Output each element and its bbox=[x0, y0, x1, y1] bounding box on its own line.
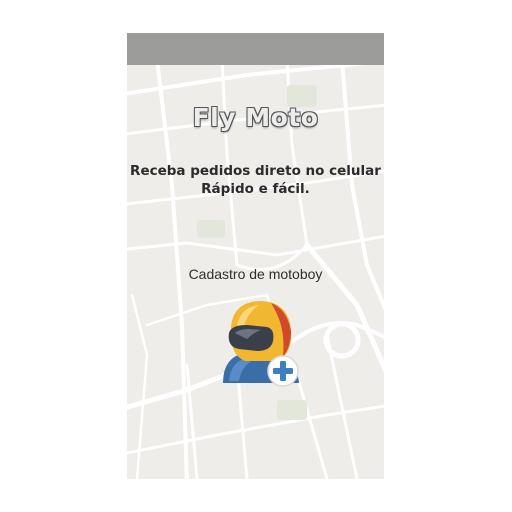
register-motoboy-button[interactable] bbox=[217, 295, 303, 391]
app-screen: Fly Moto Receba pedidos direto no celula… bbox=[127, 33, 384, 479]
tagline-line-1: Receba pedidos direto no celular bbox=[130, 163, 381, 179]
app-title: Fly Moto bbox=[192, 103, 319, 132]
register-motoboy-label[interactable]: Cadastro de motoboy bbox=[127, 266, 384, 282]
tagline-line-2: Rápido e fácil. bbox=[201, 181, 310, 197]
status-bar bbox=[127, 33, 384, 65]
motoboy-helmet-add-icon[interactable] bbox=[217, 295, 303, 391]
